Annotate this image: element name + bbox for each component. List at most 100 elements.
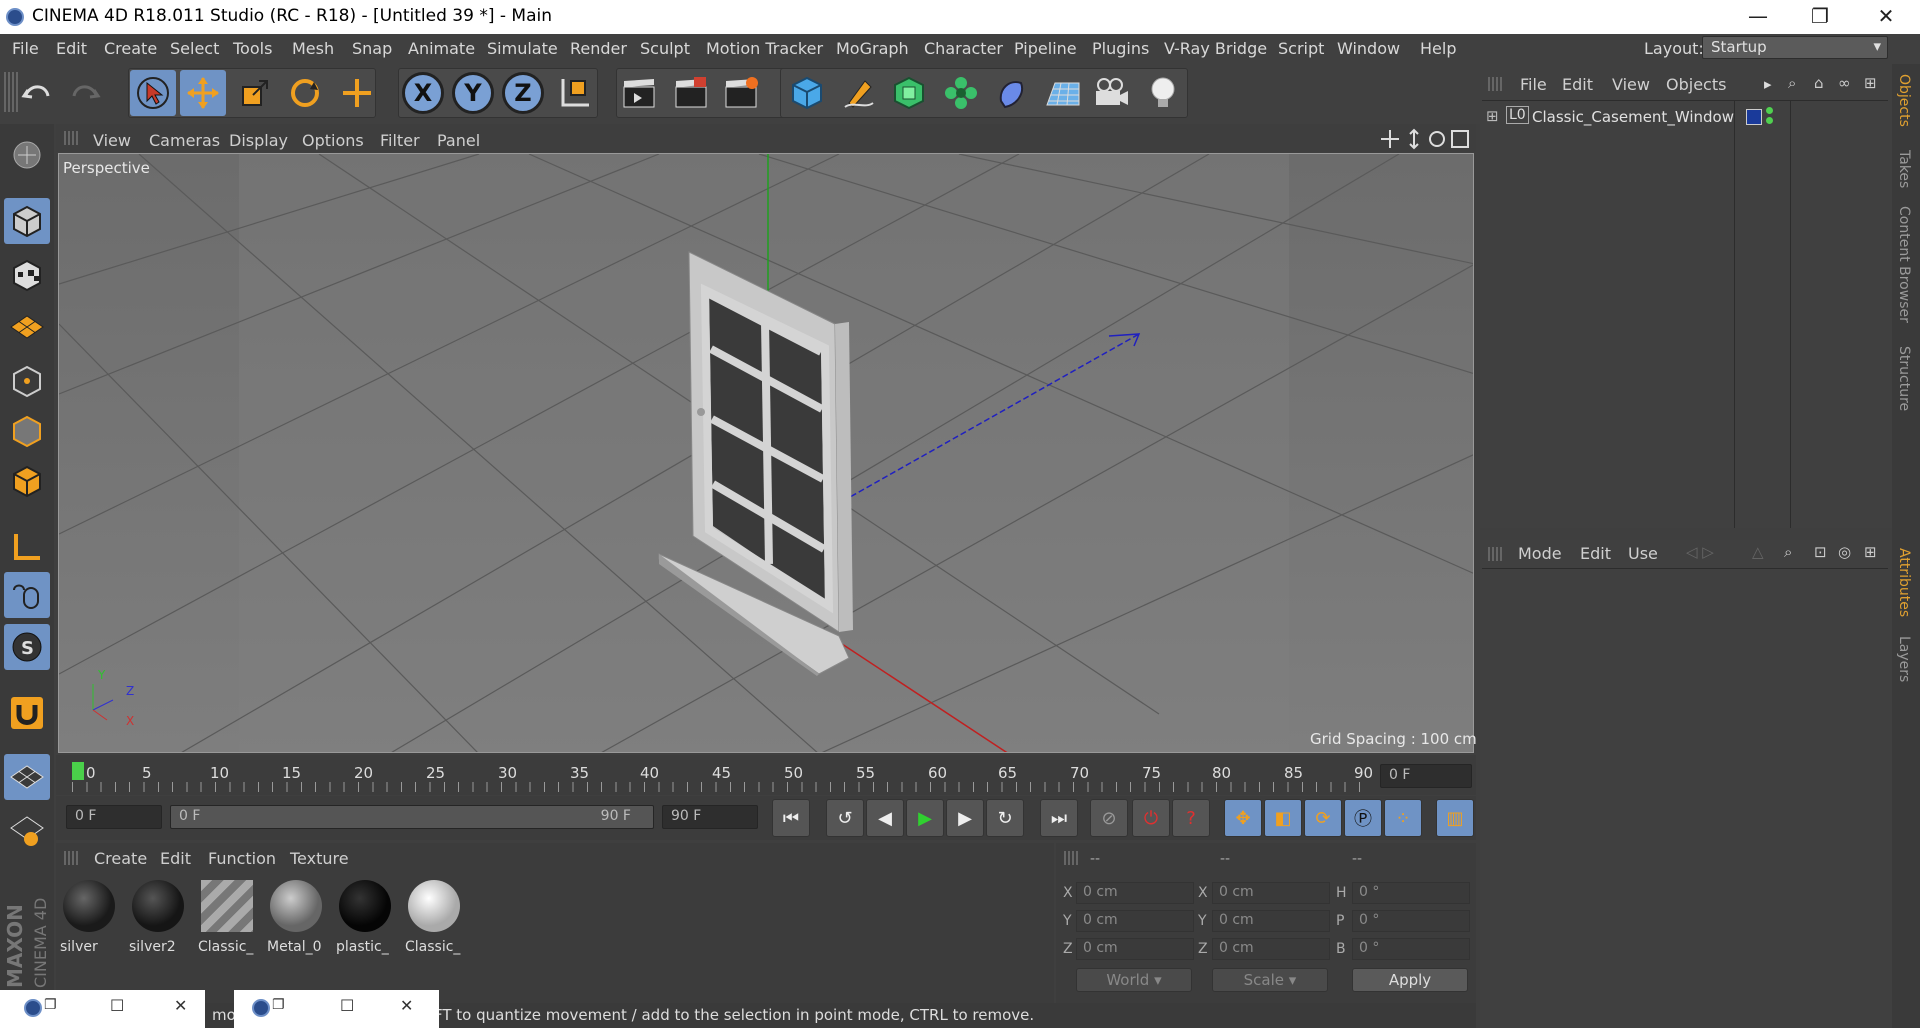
rotation-p-field[interactable]: 0 ° [1352, 910, 1470, 932]
menu-simulate[interactable]: Simulate [487, 39, 558, 58]
close-button[interactable]: ✕ [1856, 0, 1916, 34]
layer-color-swatch[interactable] [1746, 109, 1762, 125]
menu-edit[interactable]: Edit [56, 39, 87, 58]
lock-icon[interactable]: ⊡ [1814, 543, 1827, 561]
tweak-mode-button[interactable] [4, 572, 50, 618]
add-deformer-button[interactable] [988, 70, 1034, 116]
live-selection-button[interactable] [130, 70, 176, 116]
attribute-manager-grip[interactable] [1488, 547, 1502, 561]
material-menu-create[interactable]: Create [94, 849, 147, 868]
playhead-marker[interactable] [72, 762, 84, 780]
material-swatch[interactable]: Classic_ [403, 877, 463, 959]
menu-window[interactable]: Window [1337, 39, 1400, 58]
menu-animate[interactable]: Animate [408, 39, 475, 58]
move-tool-button[interactable] [180, 70, 226, 116]
go-to-end-button[interactable]: ⏭ [1040, 799, 1078, 837]
redo-button[interactable] [62, 70, 108, 116]
editor-visibility-dot[interactable] [1766, 107, 1773, 114]
viewport-menu-display[interactable]: Display [229, 131, 288, 150]
link-icon[interactable]: ∞ [1838, 74, 1851, 92]
menu-plugins[interactable]: Plugins [1092, 39, 1149, 58]
objects-menu-view[interactable]: View [1612, 75, 1650, 94]
y-axis-lock-button[interactable]: Y [452, 72, 494, 114]
preview-range-slider[interactable]: 0 F 90 F [170, 805, 654, 829]
rotation-h-field[interactable]: 0 ° [1352, 882, 1470, 904]
back-arrow-icon[interactable]: ◁ ▷ [1686, 543, 1714, 561]
add-cloner-button[interactable] [938, 70, 984, 116]
maximize-icon[interactable]: ☐ [110, 996, 124, 1015]
menu-mesh[interactable]: Mesh [292, 39, 334, 58]
objects-menu-objects[interactable]: Objects [1666, 75, 1726, 94]
tab-takes[interactable]: Takes [1896, 150, 1912, 188]
size-z-field[interactable]: 0 cm [1212, 938, 1330, 960]
add-cube-button[interactable] [784, 70, 830, 116]
position-z-field[interactable]: 0 cm [1076, 938, 1194, 960]
add-light-button[interactable] [1140, 70, 1186, 116]
scale-tool-button[interactable] [232, 70, 278, 116]
coordinate-mode-dropdown[interactable]: World ▾ [1076, 968, 1192, 992]
close-icon[interactable]: ✕ [174, 996, 187, 1015]
render-visibility-dot[interactable] [1766, 117, 1773, 124]
maximize-button[interactable]: ❐ [1790, 0, 1850, 34]
maximize-icon[interactable]: ☐ [340, 996, 354, 1015]
make-editable-button[interactable] [4, 132, 50, 178]
solo-mode-button[interactable]: S [4, 624, 50, 670]
menu-snap[interactable]: Snap [352, 39, 392, 58]
snap-button[interactable] [4, 690, 50, 736]
go-to-start-button[interactable]: ⏮ [772, 799, 810, 837]
model-mode-button[interactable] [4, 198, 50, 244]
layout-dropdown[interactable]: Startup ▾ [1702, 36, 1888, 59]
viewport-menu-filter[interactable]: Filter [380, 131, 420, 150]
material-menu-edit[interactable]: Edit [160, 849, 191, 868]
z-axis-lock-button[interactable]: Z [502, 72, 544, 114]
key-parameter-button[interactable]: Ⓟ [1344, 799, 1382, 837]
menu-select[interactable]: Select [170, 39, 219, 58]
next-frame-button[interactable]: ▶ [946, 799, 984, 837]
menu-sculpt[interactable]: Sculpt [640, 39, 690, 58]
locked-workplane-button[interactable] [4, 754, 50, 800]
viewport-menu-cameras[interactable]: Cameras [149, 131, 220, 150]
minimized-window[interactable]: ❐ ☐ ✕ [234, 990, 439, 1028]
attributes-menu-mode[interactable]: Mode [1518, 544, 1562, 563]
menu-character[interactable]: Character [924, 39, 1003, 58]
axis-mode-button[interactable] [4, 524, 50, 570]
home-icon[interactable]: ⌂ [1814, 74, 1824, 92]
render-to-picture-viewer-button[interactable] [668, 70, 714, 116]
material-swatch[interactable]: silver2 [127, 877, 187, 959]
end-frame-field[interactable]: 90 F [662, 805, 758, 829]
rotate-tool-button[interactable] [282, 70, 328, 116]
objects-menu-file[interactable]: File [1520, 75, 1547, 94]
planar-workplane-button[interactable] [4, 808, 50, 854]
edges-mode-button[interactable] [4, 408, 50, 454]
minimize-button[interactable]: — [1728, 0, 1788, 34]
menu-render[interactable]: Render [570, 39, 627, 58]
material-menu-function[interactable]: Function [208, 849, 276, 868]
polygons-mode-button[interactable] [4, 458, 50, 504]
target-icon[interactable]: ◎ [1838, 543, 1851, 561]
coordinates-grip[interactable] [1064, 851, 1078, 865]
material-grip[interactable] [64, 851, 78, 865]
search-icon[interactable]: ⌕ [1788, 74, 1796, 92]
timeline-window-button[interactable]: ▥ [1436, 799, 1474, 837]
key-pla-button[interactable]: ⁘ [1384, 799, 1422, 837]
position-x-field[interactable]: 0 cm [1076, 882, 1194, 904]
key-rotation-button[interactable]: ⟳ [1304, 799, 1342, 837]
viewport-menu-options[interactable]: Options [302, 131, 364, 150]
viewport-menu-panel[interactable]: Panel [437, 131, 480, 150]
object-row[interactable]: ⊞ L0 Classic_Casement_Window [1484, 106, 1888, 130]
add-camera-button[interactable] [1088, 70, 1134, 116]
close-icon[interactable]: ✕ [400, 996, 413, 1015]
menu-help[interactable]: Help [1420, 39, 1456, 58]
position-y-field[interactable]: 0 cm [1076, 910, 1194, 932]
points-mode-button[interactable] [4, 358, 50, 404]
workplane-mode-button[interactable] [4, 304, 50, 350]
material-swatch[interactable]: Metal_0 [265, 877, 325, 959]
size-mode-dropdown[interactable]: Scale ▾ [1212, 968, 1328, 992]
menu-motion-tracker[interactable]: Motion Tracker [706, 39, 823, 58]
tab-objects[interactable]: Objects [1896, 74, 1912, 127]
attributes-menu-use[interactable]: Use [1628, 544, 1658, 563]
up-arrow-icon[interactable]: △ [1752, 543, 1764, 561]
material-menu-texture[interactable]: Texture [290, 849, 349, 868]
key-position-button[interactable]: ✥ [1224, 799, 1262, 837]
current-frame-field[interactable]: 0 F [1380, 764, 1472, 788]
